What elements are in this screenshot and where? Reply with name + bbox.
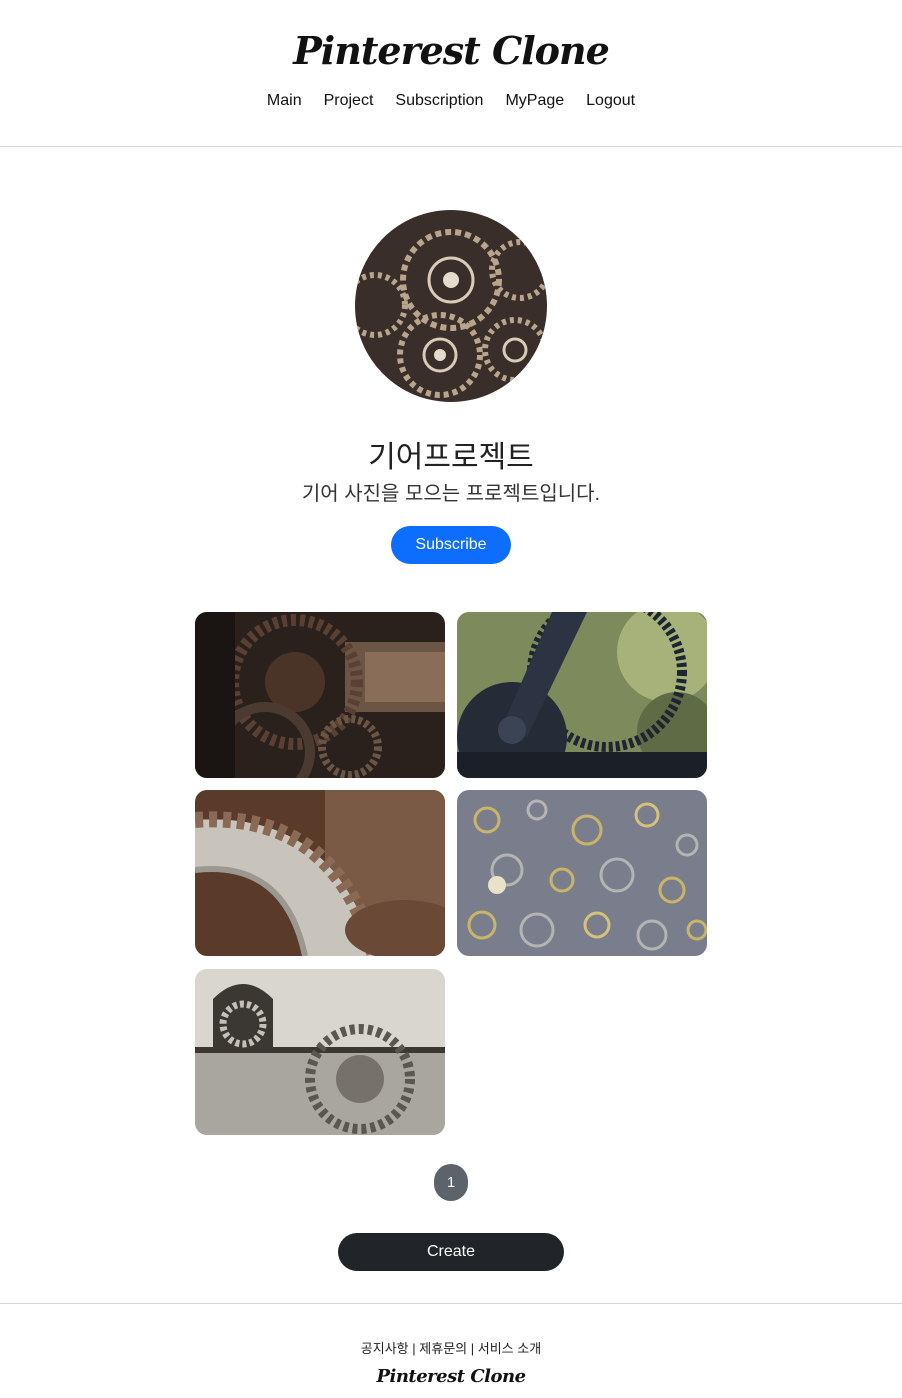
footer-logo: Pinterest Clone <box>376 1366 526 1387</box>
footer-link-partnership[interactable]: 제휴문의 <box>419 1341 467 1356</box>
site-header: Pinterest Clone Main Project Subscriptio… <box>0 0 902 147</box>
site-footer: 공지사항 | 제휴문의 | 서비스 소개 Pinterest Clone <box>0 1303 902 1398</box>
page-button-current[interactable]: 1 <box>434 1164 468 1201</box>
gear-photo-card[interactable] <box>195 790 445 956</box>
nav-subscription[interactable]: Subscription <box>395 92 483 110</box>
nav-main[interactable]: Main <box>267 92 302 110</box>
project-title: 기어프로젝트 <box>368 441 534 474</box>
project-description: 기어 사진을 모으는 프로젝트입니다. <box>301 483 601 505</box>
footer-separator: | <box>412 1341 416 1356</box>
nav-mypage[interactable]: MyPage <box>505 92 564 110</box>
gear-photo-card[interactable] <box>457 612 707 778</box>
create-button[interactable]: Create <box>338 1233 564 1271</box>
nav-project[interactable]: Project <box>324 92 374 110</box>
subscribe-button[interactable]: Subscribe <box>391 526 511 564</box>
site-logo[interactable]: Pinterest Clone <box>0 28 902 73</box>
footer-links: 공지사항 | 제휴문의 | 서비스 소개 <box>0 1338 902 1357</box>
nav-logout[interactable]: Logout <box>586 92 635 110</box>
main-nav: Main Project Subscription MyPage Logout <box>0 92 902 110</box>
project-image <box>355 210 547 402</box>
footer-separator: | <box>470 1341 475 1356</box>
gear-photo-card[interactable] <box>195 612 445 778</box>
gear-photo-card[interactable] <box>195 969 445 1135</box>
footer-link-about[interactable]: 서비스 소개 <box>478 1341 541 1356</box>
footer-link-notice[interactable]: 공지사항 <box>361 1341 409 1356</box>
gear-photo-card[interactable] <box>457 790 707 956</box>
